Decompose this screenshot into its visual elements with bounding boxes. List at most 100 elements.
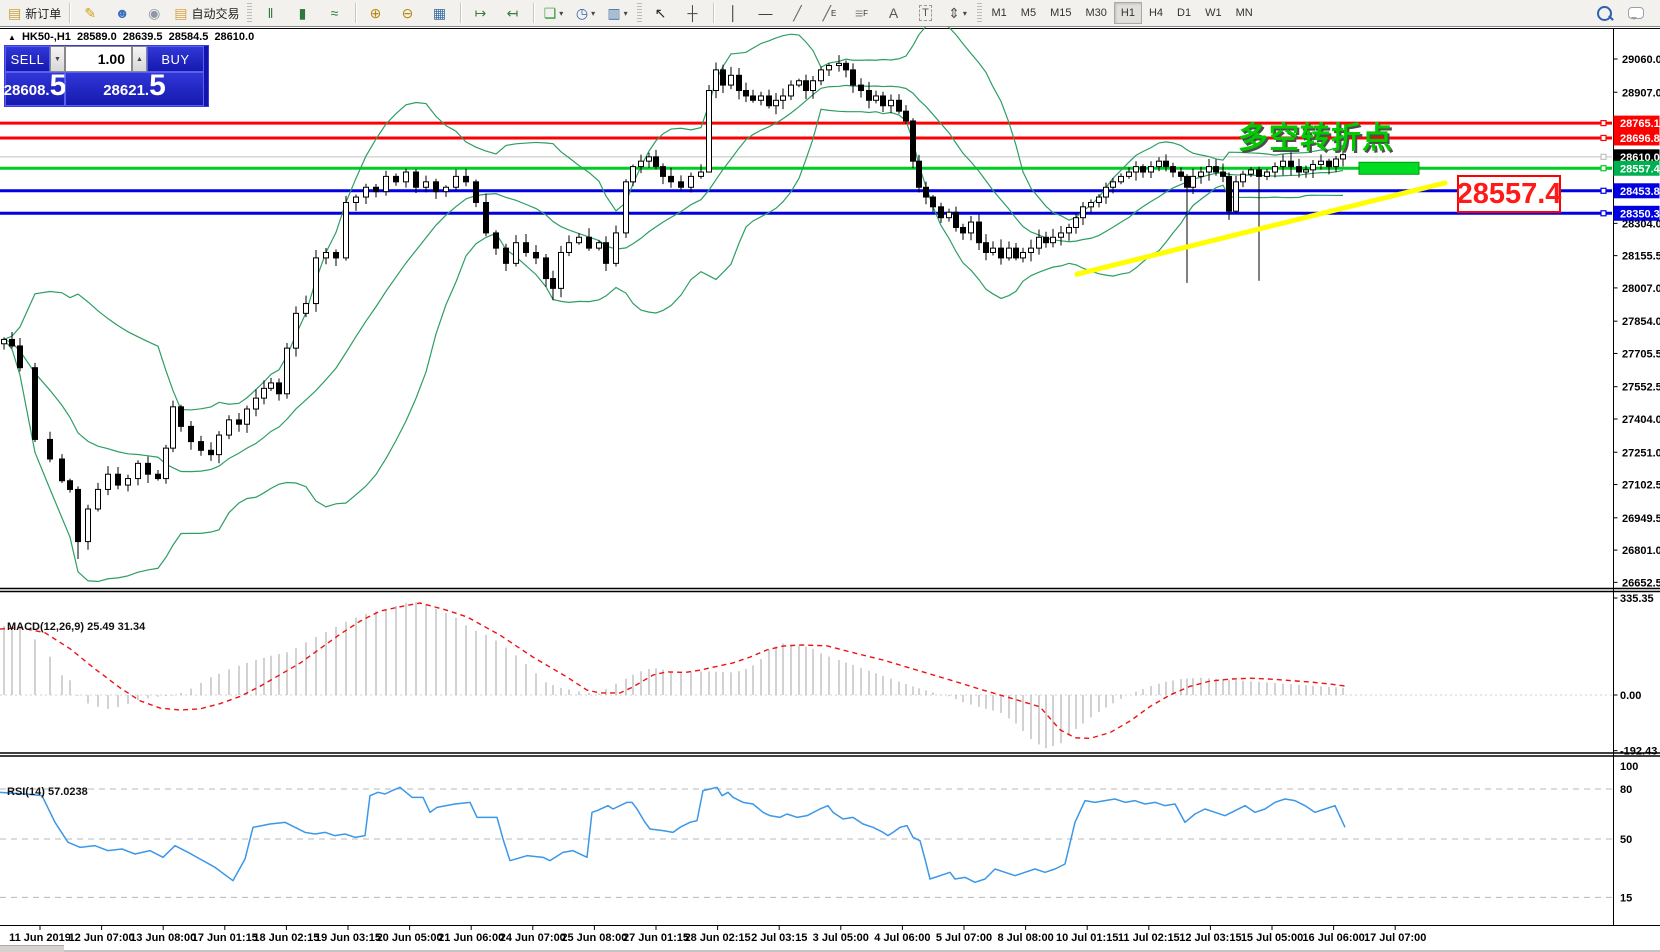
template-dropdown[interactable]: ▥ ▾ (602, 1, 634, 25)
svg-text:80: 80 (1620, 784, 1632, 796)
bar-chart-icon-icon: ‖ (267, 5, 274, 21)
main-chart-svg[interactable]: 29060.028907.028304.028155.528007.027854… (0, 27, 1660, 952)
timeframe-m30[interactable]: M30 (1078, 2, 1113, 24)
svg-text:27705.5: 27705.5 (1622, 348, 1660, 360)
text-icon: A (888, 5, 899, 21)
buy-price[interactable]: 28621. 5 (65, 71, 204, 106)
toolbar-separator (354, 3, 356, 23)
timeframe-h4[interactable]: H4 (1142, 2, 1170, 24)
svg-text:27404.0: 27404.0 (1622, 414, 1660, 426)
highlighter-icon[interactable]: ✎ (74, 1, 106, 25)
channel-tool[interactable]: ╱ E (814, 1, 846, 25)
svg-text:13 Jun 08:00: 13 Jun 08:00 (130, 932, 196, 944)
timeframe-m1[interactable]: M1 (985, 2, 1014, 24)
new-chart-dropdown[interactable]: ❏ ▾ (538, 1, 570, 25)
svg-text:26652.5: 26652.5 (1622, 577, 1660, 589)
new-order-button-label: 新订单 (25, 6, 62, 21)
timeframe-h1[interactable]: H1 (1113, 2, 1142, 24)
zoom-out-icon[interactable]: ⊖ (392, 1, 424, 25)
sell-button-label: SELL (10, 51, 45, 67)
cursor-icon: ↖ (654, 5, 667, 21)
candlestick-chart-icon[interactable]: ▮ (287, 1, 319, 25)
line-chart-icon-icon: ≈ (330, 5, 339, 21)
chevron-down-icon: ▾ (623, 8, 628, 18)
timeframe-m5[interactable]: M5 (1014, 2, 1043, 24)
shift-chart-icon[interactable]: ↦ (465, 1, 497, 25)
rsi-indicator-label: RSI(14) 57.0238 (7, 786, 88, 798)
zoom-in-icon[interactable]: ⊕ (360, 1, 392, 25)
crosshair-tool[interactable]: ┼ (677, 1, 709, 25)
trendline-tool[interactable]: ╱ (782, 1, 814, 25)
new-order-icon: ▤ (8, 5, 22, 21)
profiles-icon-icon: ☻ (114, 5, 130, 21)
quote-close: 28610.0 (214, 31, 255, 43)
green-highlight-box[interactable] (1358, 161, 1420, 175)
shapes-dropdown[interactable]: ⇕ ▾ (942, 1, 974, 25)
svg-text:11 Jun 2019: 11 Jun 2019 (9, 932, 71, 944)
trendline-icon: ╱ (793, 5, 802, 21)
svg-text:10 Jul 01:15: 10 Jul 01:15 (1056, 932, 1118, 944)
svg-text:27 Jun 01:15: 27 Jun 01:15 (623, 932, 689, 944)
vertical-line-tool[interactable]: │ (718, 1, 750, 25)
search-icon[interactable] (1588, 1, 1620, 25)
tile-windows-icon[interactable]: ▦ (424, 1, 456, 25)
toolbar-separator (712, 3, 714, 23)
timeframe-m15[interactable]: M15 (1043, 2, 1078, 24)
horizontal-line-icon: — (758, 5, 773, 21)
horizontal-line-tool[interactable]: — (750, 1, 782, 25)
sell-price[interactable]: 28608. 5 (4, 69, 67, 106)
line-chart-icon[interactable]: ≈ (319, 1, 351, 25)
chat-icon[interactable] (1620, 1, 1652, 25)
chevron-down-icon: ▾ (559, 8, 564, 18)
mt4-window: ▤ 新订单 ✎ ☻ ◉ ▤ 自动交易 ‖ ▮ ≈ ⊕ ⊖ ▦ ↦ ↤ ❏ ▾ ◷ ▾ ▥ ▾ ↖ ┼ │ — ╱ ╱ E ≡ F A T ⇕ ▾ M… (0, 0, 1660, 952)
svg-text:-192.43: -192.43 (1620, 746, 1657, 758)
auto-scroll-icon[interactable]: ↤ (497, 1, 529, 25)
svg-text:17 Jun 01:15: 17 Jun 01:15 (192, 932, 258, 944)
toolbar-drag-handle[interactable] (246, 3, 252, 23)
bar-chart-icon[interactable]: ‖ (255, 1, 287, 25)
svg-text:28155.5: 28155.5 (1622, 251, 1660, 263)
timeframe-d1[interactable]: D1 (1170, 2, 1198, 24)
auto-trading-button[interactable]: ▤ 自动交易 (170, 1, 243, 25)
period-dropdown[interactable]: ◷ ▾ (570, 1, 602, 25)
sell-price-big: 5 (49, 69, 67, 102)
spin-down-icon: ▼ (54, 55, 61, 63)
chart-annotation-text[interactable]: 多空转折点 (1238, 113, 1393, 157)
svg-text:21 Jun 06:00: 21 Jun 06:00 (438, 932, 504, 944)
tool-sub-letter: E (831, 8, 837, 18)
label-tool[interactable]: T (910, 1, 942, 25)
svg-text:15 Jul 05:00: 15 Jul 05:00 (1241, 932, 1303, 944)
svg-text:335.35: 335.35 (1620, 593, 1654, 605)
collapse-icon[interactable]: ▲ (8, 33, 16, 42)
one-click-trading-widget: SELL ▼ 1.00 ▲ BUY 28608. 5 28621. 5 (4, 45, 209, 107)
toolbar-drag-handle[interactable] (636, 3, 642, 23)
search-icon (1596, 5, 1612, 21)
cursor-tool[interactable]: ↖ (645, 1, 677, 25)
sell-button[interactable]: SELL (5, 46, 50, 72)
buy-button-label: BUY (161, 51, 190, 67)
zoom-out-icon-icon: ⊖ (401, 5, 414, 21)
fibonacci-tool[interactable]: ≡ F (846, 1, 878, 25)
volume-up-button[interactable]: ▲ (132, 46, 147, 72)
text-tool[interactable]: A (878, 1, 910, 25)
new-order-button[interactable]: ▤ 新订单 (4, 1, 65, 25)
profiles-icon[interactable]: ☻ (106, 1, 138, 25)
signal-icon[interactable]: ◉ (138, 1, 170, 25)
quote-high: 28639.5 (122, 31, 163, 43)
svg-text:27552.5: 27552.5 (1622, 382, 1660, 394)
volume-input[interactable]: 1.00 (65, 46, 132, 72)
channel-icon: ╱ (822, 5, 832, 21)
timeframe-mn[interactable]: MN (1229, 2, 1260, 24)
svg-text:100: 100 (1620, 761, 1638, 773)
svg-text:25 Jun 08:00: 25 Jun 08:00 (561, 932, 627, 944)
auto-scroll-icon-icon: ↤ (506, 5, 519, 21)
svg-text:50: 50 (1620, 834, 1632, 846)
svg-text:28557.4: 28557.4 (1620, 163, 1660, 175)
quote-header[interactable]: ▲ HK50-,H1 28589.0 28639.5 28584.5 28610… (8, 31, 257, 43)
timeframe-w1[interactable]: W1 (1198, 2, 1229, 24)
toolbar-drag-handle[interactable] (976, 3, 982, 23)
svg-text:0.00: 0.00 (1620, 690, 1641, 702)
svg-text:12 Jul 03:15: 12 Jul 03:15 (1179, 932, 1241, 944)
price-callout-label[interactable]: 28557.4 (1457, 175, 1561, 213)
svg-text:4 Jul 06:00: 4 Jul 06:00 (874, 932, 930, 944)
